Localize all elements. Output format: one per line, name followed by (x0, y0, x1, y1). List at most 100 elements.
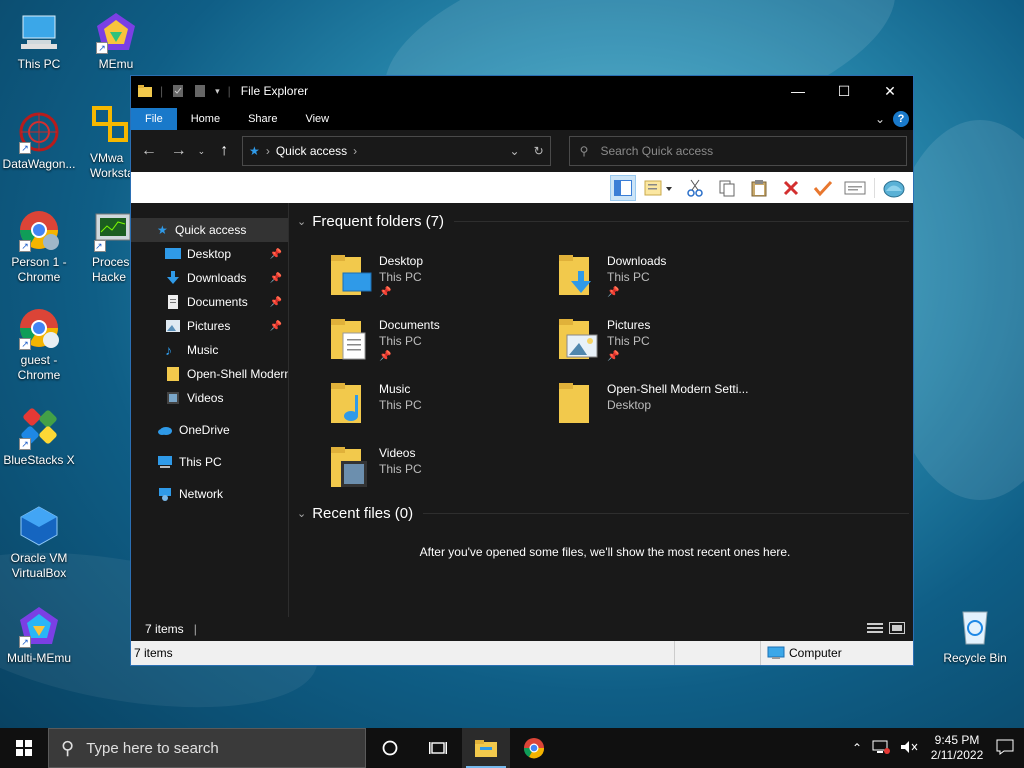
folder-tile-pictures[interactable]: Pictures This PC 📌 (557, 317, 785, 377)
sidebar-item-pictures[interactable]: Pictures 📌 (131, 314, 288, 338)
folder-icon (559, 383, 589, 423)
tab-share[interactable]: Share (234, 108, 291, 130)
breadcrumb-chevron-icon[interactable]: › (353, 144, 357, 158)
desktop-icon-multi-memu[interactable]: ↗ Multi-MEmu (1, 604, 77, 666)
folder-tile-documents[interactable]: Documents This PC 📌 (329, 317, 557, 377)
desktop-icon-person1-chrome[interactable]: ↗ Person 1 - Chrome (1, 208, 77, 285)
toolbar-separator (874, 177, 875, 198)
forward-button[interactable]: → (167, 139, 191, 163)
sidebar-item-quick-access[interactable]: ★ Quick access (131, 218, 288, 242)
sidebar-item-documents[interactable]: Documents 📌 (131, 290, 288, 314)
desktop-icon-recycle-bin[interactable]: Recycle Bin (937, 604, 1013, 666)
desktop-icon-vmware[interactable]: VMwa Worksta (78, 104, 136, 181)
breadcrumb-quick-access[interactable]: Quick access (276, 144, 347, 158)
large-icons-view-icon[interactable] (889, 621, 905, 637)
close-button[interactable]: ✕ (867, 76, 913, 106)
cut-icon[interactable] (682, 175, 708, 201)
sidebar-item-videos[interactable]: Videos (131, 386, 288, 410)
downloads-icon (167, 271, 179, 284)
sidebar-item-this-pc[interactable]: This PC (131, 450, 288, 474)
sidebar-item-open-shell[interactable]: Open-Shell Modern (131, 362, 288, 386)
folder-tile-downloads[interactable]: Downloads This PC 📌 (557, 253, 785, 313)
memu-icon: ↗ (94, 10, 138, 54)
notifications-icon[interactable] (996, 739, 1014, 758)
shell-icon[interactable] (881, 175, 907, 201)
desktop-icon-memu[interactable]: ↗ MEmu (78, 10, 154, 72)
documents-icon (168, 295, 178, 309)
folder-location: This PC (379, 270, 422, 284)
chrome-icon: ↗ (17, 208, 61, 252)
folder-name: Open-Shell Modern Setti... (607, 382, 749, 396)
desktop-icon-datawagon[interactable]: ↗ DataWagon... (1, 110, 77, 172)
search-input[interactable]: Search Quick access (600, 144, 713, 158)
minimize-button[interactable]: — (775, 76, 821, 106)
recent-files-header[interactable]: ⌄ Recent files (0) (297, 503, 913, 523)
desktop-icon-label: guest - Chrome (17, 353, 61, 382)
desktop-icon-this-pc[interactable]: This PC (1, 10, 77, 72)
sidebar-item-onedrive[interactable]: OneDrive (131, 418, 288, 442)
back-button[interactable]: ← (137, 139, 161, 163)
delete-icon[interactable] (778, 175, 804, 201)
address-dropdown-icon[interactable]: ⌄ (510, 144, 520, 158)
paste-icon[interactable] (746, 175, 772, 201)
maximize-button[interactable]: ☐ (821, 76, 867, 106)
desktop-folder-icon (331, 255, 372, 295)
rename-check-icon[interactable] (810, 175, 836, 201)
status-location: Computer (761, 646, 842, 660)
new-folder-icon[interactable] (193, 84, 207, 98)
tab-home[interactable]: Home (177, 108, 234, 130)
properties-icon[interactable] (842, 175, 868, 201)
desktop-icon-bluestacks[interactable]: ↗ BlueStacks X (1, 406, 77, 468)
taskbar-chrome[interactable] (510, 728, 558, 768)
up-button[interactable]: ↑ (212, 139, 236, 163)
copy-icon[interactable] (714, 175, 740, 201)
folder-location: Desktop (607, 398, 652, 412)
frequent-folders-header[interactable]: ⌄ Frequent folders (7) (297, 211, 913, 231)
task-view-button[interactable] (414, 728, 462, 768)
tab-file[interactable]: File (131, 108, 177, 130)
sidebar-item-music[interactable]: ♪ Music (131, 338, 288, 362)
clock[interactable]: 9:45 PM 2/11/2022 (928, 733, 986, 763)
folder-tile-music[interactable]: Music This PC (329, 381, 557, 441)
details-view-icon[interactable] (867, 622, 883, 637)
address-bar[interactable]: ★ › Quick access › ⌄ ↻ (242, 136, 551, 166)
sidebar-item-desktop[interactable]: Desktop 📌 (131, 242, 288, 266)
network-icon (159, 488, 171, 501)
clock-date: 2/11/2022 (930, 748, 984, 762)
sidebar-item-downloads[interactable]: Downloads 📌 (131, 266, 288, 290)
collapse-chevron-icon[interactable]: ⌄ (297, 215, 306, 228)
help-button[interactable]: ? (893, 111, 909, 127)
customize-qat-icon[interactable]: ▾ (215, 86, 220, 97)
show-hidden-icons-icon[interactable]: ⌃ (852, 741, 862, 755)
desktop-icon-guest-chrome[interactable]: ↗ guest - Chrome (1, 306, 77, 383)
network-status-icon[interactable] (872, 740, 890, 757)
taskbar-search-box[interactable]: ⚲ Type here to search (48, 728, 366, 768)
folder-tile-desktop[interactable]: Desktop This PC 📌 (329, 253, 557, 313)
taskbar-search-input[interactable]: Type here to search (86, 740, 219, 757)
computer-icon (767, 646, 785, 659)
folder-tile-open-shell[interactable]: Open-Shell Modern Setti... Desktop (557, 381, 785, 441)
expand-ribbon-icon[interactable]: ⌄ (875, 112, 885, 126)
windows-logo-icon (16, 740, 32, 756)
desktop-icon-label: Multi-MEmu (6, 651, 71, 665)
collapse-chevron-icon[interactable]: ⌄ (297, 507, 306, 520)
sidebar-item-network[interactable]: Network (131, 482, 288, 506)
view-folder-icon[interactable] (642, 175, 676, 201)
title-bar[interactable]: | ▾ | File Explorer — ☐ ✕ (131, 76, 913, 106)
navigation-pane-icon[interactable] (610, 174, 636, 201)
tab-view[interactable]: View (291, 108, 343, 130)
desktop-icon-process-hacker[interactable]: ↗ Proces Hacke (78, 208, 136, 285)
folder-name: Music (379, 382, 411, 396)
folder-tile-videos[interactable]: Videos This PC (329, 445, 557, 505)
recent-locations-button[interactable]: ⌄ (196, 139, 206, 163)
cortana-button[interactable] (366, 728, 414, 768)
volume-muted-icon[interactable] (900, 740, 918, 757)
desktop-icon-virtualbox[interactable]: Oracle VM VirtualBox (1, 504, 77, 581)
task-view-icon (429, 742, 447, 754)
start-button[interactable] (0, 728, 48, 768)
properties-icon[interactable] (171, 84, 185, 98)
search-box[interactable]: ⚲ Search Quick access (568, 136, 907, 166)
refresh-icon[interactable]: ↻ (534, 144, 544, 158)
taskbar-file-explorer[interactable] (462, 728, 510, 768)
item-count: 7 items (131, 641, 675, 665)
